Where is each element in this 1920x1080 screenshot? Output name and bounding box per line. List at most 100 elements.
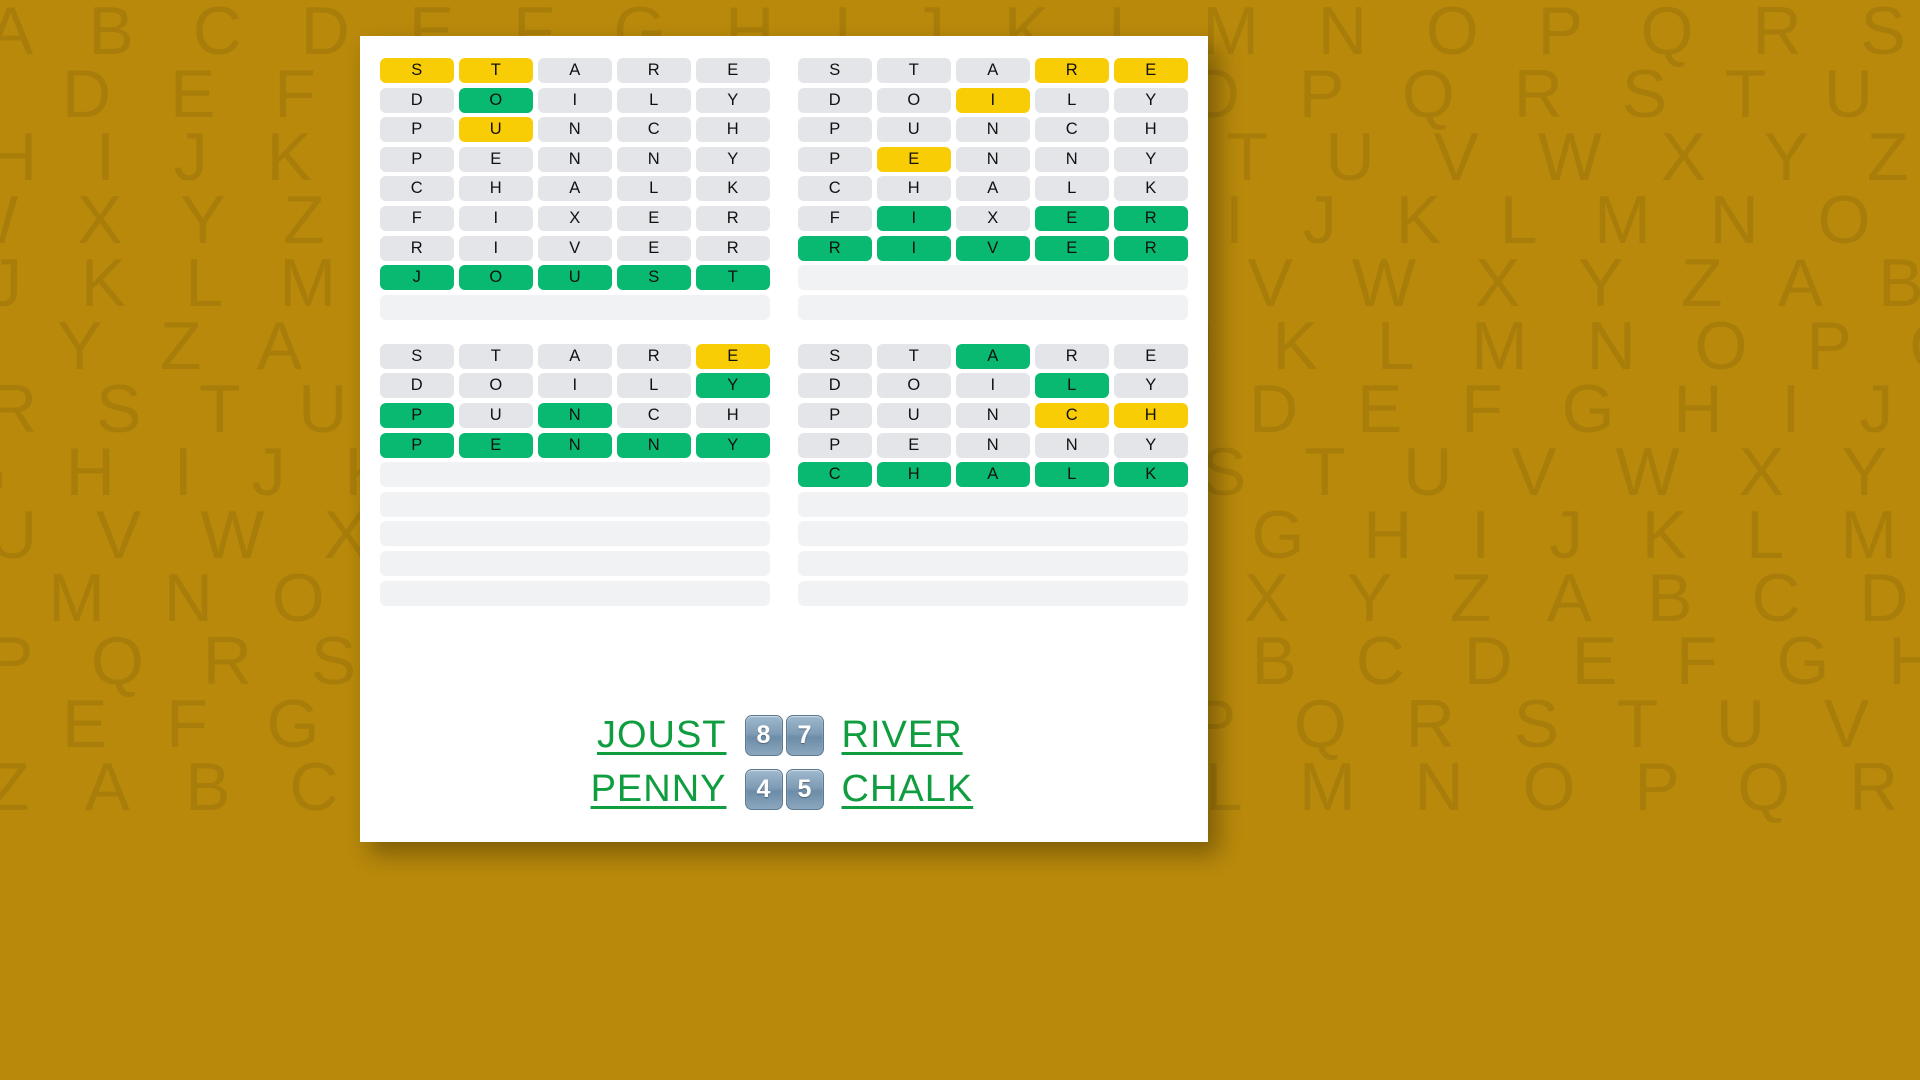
guess-row: STARE — [798, 58, 1188, 83]
guess-row: PENNY — [798, 146, 1188, 172]
letter-tile-blank — [1114, 521, 1188, 546]
quadrant-bottom-left: STAREDOILYPUNCHPENNY — [380, 343, 770, 606]
guess-row: RIVER — [380, 235, 770, 261]
letter-tile-green: N — [538, 402, 612, 428]
letter-tile-blank — [380, 551, 454, 576]
guess-row-empty — [380, 521, 770, 547]
guess-row: CHALK — [798, 462, 1188, 488]
letter-tile-gray: N — [538, 117, 612, 143]
guess-row: DOILY — [380, 373, 770, 399]
guess-row: PENNY — [380, 146, 770, 172]
letter-tile-blank — [798, 492, 872, 517]
letter-tile-yellow: R — [1035, 58, 1109, 83]
letter-tile-gray: U — [877, 117, 951, 143]
letter-tile-green: H — [877, 462, 951, 488]
letter-tile-blank — [696, 581, 770, 606]
letter-tile-gray: U — [877, 402, 951, 428]
letter-tile-gray: Y — [696, 87, 770, 113]
letter-tile-green: O — [459, 87, 533, 113]
letter-tile-blank — [380, 492, 454, 517]
guess-row: CHALK — [798, 176, 1188, 202]
letter-tile-green: T — [696, 265, 770, 291]
letter-tile-blank — [956, 492, 1030, 517]
letter-tile-gray: L — [617, 373, 691, 399]
score-badge: 4 — [744, 768, 783, 810]
letter-tile-gray: E — [459, 146, 533, 172]
letter-tile-gray: Y — [1114, 432, 1188, 458]
guess-row-empty — [798, 580, 1188, 606]
guess-row: STARE — [798, 343, 1188, 369]
letter-tile-green: R — [1114, 235, 1188, 261]
answer-word-link[interactable]: CHALK — [824, 768, 1004, 811]
letter-tile-gray: P — [380, 146, 454, 172]
letter-tile-gray: V — [538, 235, 612, 261]
letter-tile-gray: S — [798, 343, 872, 369]
guess-row: CHALK — [380, 176, 770, 202]
letter-tile-gray: T — [877, 343, 951, 369]
letter-tile-yellow: T — [459, 58, 533, 83]
letter-tile-gray: P — [798, 402, 872, 428]
answer-row: PENNY 4 5 CHALK — [565, 762, 1004, 816]
letter-tile-blank — [877, 295, 951, 320]
letter-tile-blank — [1114, 295, 1188, 320]
letter-tile-blank — [617, 492, 691, 517]
letter-tile-blank — [696, 551, 770, 576]
quordle-grids-container: STAREDOILYPUNCHPENNYCHALKFIXERRIVERJOUST… — [360, 36, 1208, 606]
letter-tile-blank — [380, 581, 454, 606]
letter-tile-yellow: E — [877, 146, 951, 172]
answer-word-link[interactable]: PENNY — [565, 768, 745, 811]
letter-tile-blank — [1114, 551, 1188, 576]
guess-row-empty — [380, 462, 770, 488]
letter-tile-green: A — [956, 343, 1030, 369]
letter-tile-green: Y — [696, 373, 770, 399]
letter-tile-gray: A — [956, 58, 1030, 83]
letter-tile-gray: O — [459, 373, 533, 399]
letter-tile-gray: L — [617, 176, 691, 202]
quadrant-bottom-right: STAREDOILYPUNCHPENNYCHALK — [798, 343, 1188, 606]
letter-tile-green: O — [459, 265, 533, 291]
letter-tile-green: J — [380, 265, 454, 291]
letter-tile-gray: R — [380, 235, 454, 261]
letter-tile-gray: Y — [1114, 373, 1188, 399]
letter-tile-green: Y — [696, 432, 770, 458]
letter-tile-gray: E — [617, 235, 691, 261]
letter-tile-gray: E — [696, 58, 770, 83]
letter-tile-blank — [617, 521, 691, 546]
letter-tile-blank — [956, 521, 1030, 546]
letter-tile-green: R — [1114, 205, 1188, 231]
letter-tile-gray: T — [877, 58, 951, 83]
letter-tile-blank — [1035, 551, 1109, 576]
letter-tile-green: P — [380, 432, 454, 458]
letter-tile-blank — [1114, 265, 1188, 290]
letter-tile-gray: I — [538, 87, 612, 113]
answer-word-link[interactable]: RIVER — [824, 714, 1004, 757]
letter-tile-blank — [696, 295, 770, 320]
letter-tile-green: I — [877, 205, 951, 231]
letter-tile-gray: H — [1114, 117, 1188, 143]
letter-tile-gray: N — [538, 146, 612, 172]
letter-tile-gray: O — [877, 373, 951, 399]
letter-tile-gray: N — [1035, 432, 1109, 458]
letter-tile-gray: I — [538, 373, 612, 399]
letter-tile-gray: H — [696, 402, 770, 428]
letter-tile-green: P — [380, 402, 454, 428]
letter-tile-green: N — [617, 432, 691, 458]
letter-tile-blank — [798, 581, 872, 606]
guess-row: PUNCH — [798, 117, 1188, 143]
letter-tile-green: V — [956, 235, 1030, 261]
letter-tile-blank — [459, 581, 533, 606]
letter-tile-gray: C — [1035, 117, 1109, 143]
letter-tile-gray: Y — [1114, 87, 1188, 113]
letter-tile-gray: L — [1035, 87, 1109, 113]
letter-tile-blank — [877, 265, 951, 290]
guess-row-empty — [798, 294, 1188, 320]
letter-tile-gray: N — [1035, 146, 1109, 172]
guess-row: DOILY — [798, 87, 1188, 113]
letter-tile-gray: C — [380, 176, 454, 202]
letter-tile-gray: K — [696, 176, 770, 202]
guess-row-empty — [798, 521, 1188, 547]
letter-tile-yellow: H — [1114, 402, 1188, 428]
answer-word-link[interactable]: JOUST — [565, 714, 745, 757]
letter-tile-green: U — [538, 265, 612, 291]
guess-row: JOUST — [380, 265, 770, 291]
